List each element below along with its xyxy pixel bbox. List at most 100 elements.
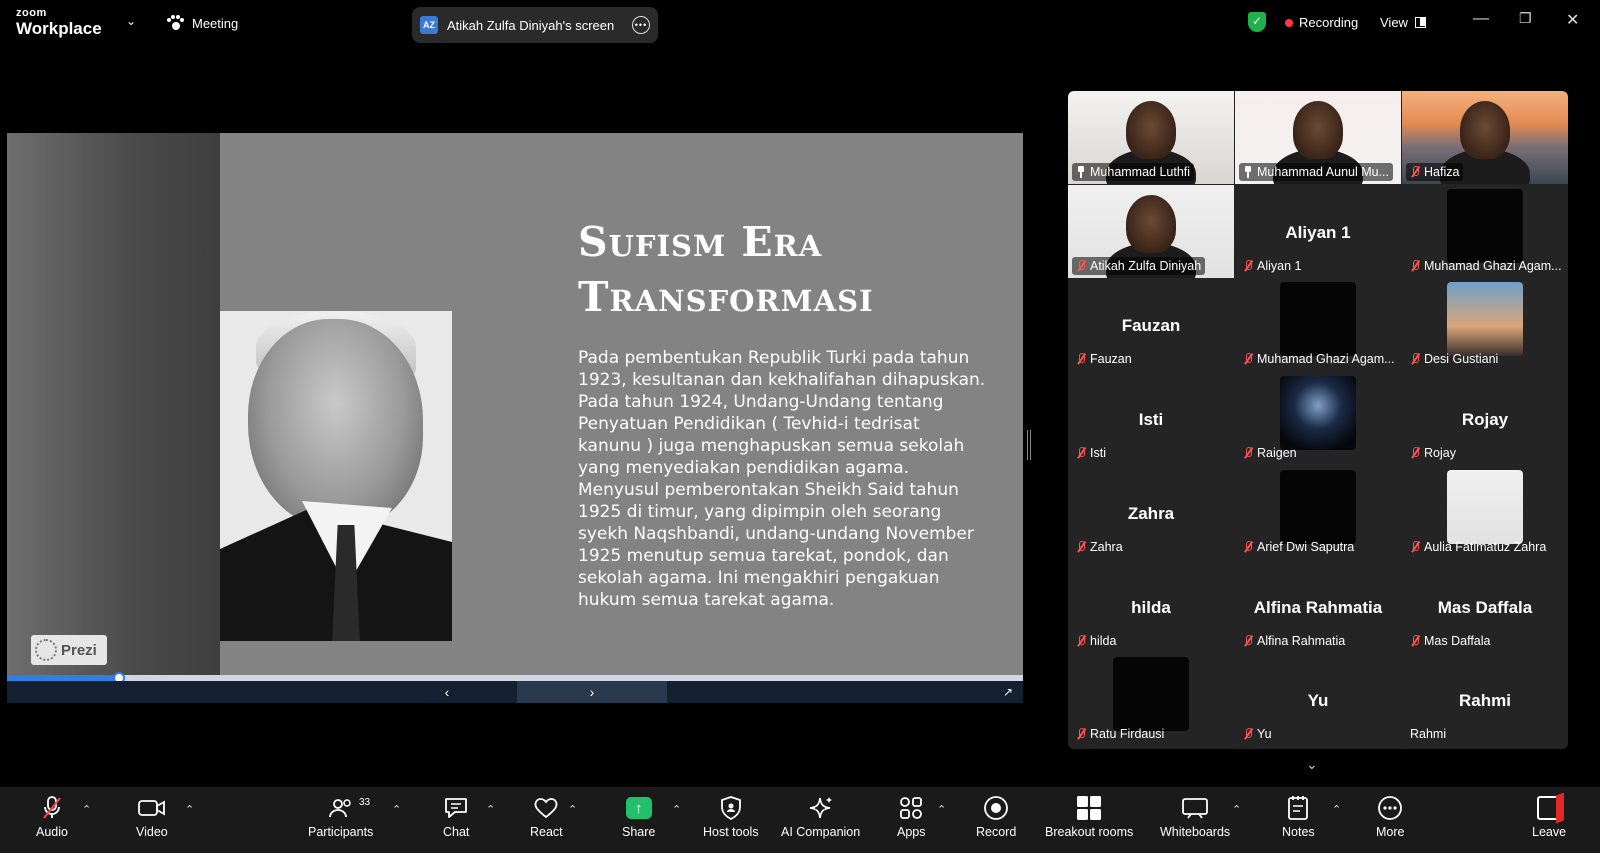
camera-icon bbox=[137, 795, 166, 821]
mic-muted-icon bbox=[1076, 447, 1086, 459]
apps-button[interactable]: Apps bbox=[897, 795, 926, 839]
participants-options-caret[interactable]: ⌃ bbox=[392, 803, 401, 816]
participant-name: Hafiza bbox=[1424, 165, 1460, 179]
panel-resize-handle[interactable] bbox=[1027, 430, 1031, 460]
participant-name-tag: Muhammad Aunul Mu... bbox=[1239, 163, 1394, 181]
participant-tile[interactable]: Muhamad Ghazi Agam... bbox=[1402, 185, 1568, 278]
breakout-rooms-label: Breakout rooms bbox=[1045, 825, 1134, 839]
chat-button[interactable]: Chat bbox=[443, 795, 469, 839]
share-screen-icon: ↑ bbox=[625, 797, 652, 819]
notes-button[interactable]: Notes bbox=[1282, 795, 1315, 839]
fullscreen-icon: ↗ bbox=[1002, 685, 1014, 699]
participant-tile[interactable]: Rahmi Rahmi bbox=[1402, 653, 1568, 746]
participant-tile[interactable]: Isti Isti bbox=[1068, 372, 1234, 465]
share-options-caret[interactable]: ⌃ bbox=[672, 803, 681, 816]
audio-options-caret[interactable]: ⌃ bbox=[82, 803, 91, 816]
prezi-watermark[interactable]: Prezi bbox=[31, 635, 107, 665]
participant-name: Muhamad Ghazi Agam... bbox=[1424, 259, 1562, 273]
participant-display-name: Rahmi bbox=[1459, 691, 1511, 710]
whiteboards-options-caret[interactable]: ⌃ bbox=[1232, 803, 1241, 816]
participant-tile[interactable]: Ratu Firdausi bbox=[1068, 653, 1234, 746]
participant-thumbnail bbox=[1280, 376, 1356, 450]
title-bar: zoom Workplace ⌄ Meeting AZ Atikah Zulfa… bbox=[0, 0, 1600, 46]
security-shield-icon[interactable]: ✓ bbox=[1248, 12, 1266, 32]
participant-tile[interactable]: Fauzan Fauzan bbox=[1068, 278, 1234, 371]
record-button[interactable]: Record bbox=[976, 795, 1016, 839]
react-options-caret[interactable]: ⌃ bbox=[568, 803, 577, 816]
heart-icon bbox=[533, 795, 559, 821]
participant-tile[interactable]: Atikah Zulfa Diniyah bbox=[1068, 185, 1234, 278]
participant-tile[interactable]: Zahra Zahra bbox=[1068, 466, 1234, 559]
video-button[interactable]: Video bbox=[136, 795, 168, 839]
participant-tile[interactable]: Muhammad Aunul Mu... bbox=[1235, 91, 1401, 184]
participant-name-tag: Alfina Rahmatia bbox=[1239, 632, 1349, 650]
meeting-menu[interactable]: Meeting bbox=[166, 15, 238, 31]
participant-name-tag: Muhamad Ghazi Agam... bbox=[1406, 257, 1564, 275]
chevron-right-icon: › bbox=[589, 684, 595, 700]
apps-options-caret[interactable]: ⌃ bbox=[937, 803, 946, 816]
participant-tile[interactable]: Arief Dwi Saputra bbox=[1235, 466, 1401, 559]
chat-options-caret[interactable]: ⌃ bbox=[486, 803, 495, 816]
minimize-icon[interactable]: — bbox=[1473, 10, 1489, 28]
participant-name: Rojay bbox=[1424, 446, 1456, 460]
paw-icon bbox=[166, 15, 184, 31]
participant-tile[interactable]: Yu Yu bbox=[1235, 653, 1401, 746]
pin-icon bbox=[1243, 166, 1253, 178]
mic-muted-icon bbox=[41, 795, 63, 821]
video-options-caret[interactable]: ⌃ bbox=[185, 803, 194, 816]
participant-tile[interactable]: Mas Daffala Mas Daffala bbox=[1402, 560, 1568, 653]
participant-name-tag: Aulia Fatimatuz Zahra bbox=[1406, 538, 1550, 556]
ai-companion-button[interactable]: AI Companion bbox=[781, 795, 860, 839]
chat-label: Chat bbox=[443, 825, 470, 839]
participant-tile[interactable]: Muhammad Luthfi bbox=[1068, 91, 1234, 184]
participant-name-tag: Rojay bbox=[1406, 444, 1460, 462]
restore-icon[interactable]: ❐ bbox=[1519, 10, 1532, 27]
participant-gallery: Muhammad Luthfi Muhammad Aunul Mu... Hafiz… bbox=[1068, 91, 1568, 749]
view-button[interactable]: View bbox=[1380, 15, 1426, 30]
participant-tile[interactable]: Aliyan 1 Aliyan 1 bbox=[1235, 185, 1401, 278]
participants-label: Participants bbox=[308, 825, 374, 839]
more-options-icon[interactable]: ••• bbox=[632, 16, 650, 34]
participant-tile[interactable]: Desi Gustiani bbox=[1402, 278, 1568, 371]
participant-tile[interactable]: Raigen bbox=[1235, 372, 1401, 465]
participant-tile[interactable]: Rojay Rojay bbox=[1402, 372, 1568, 465]
participant-name-tag: Atikah Zulfa Diniyah bbox=[1072, 257, 1206, 275]
participant-tile[interactable]: Alfina Rahmatia Alfina Rahmatia bbox=[1235, 560, 1401, 653]
participant-name: Yu bbox=[1257, 727, 1272, 741]
participant-tile[interactable]: Hafiza bbox=[1402, 91, 1568, 184]
gallery-scroll-down-icon[interactable]: ⌄ bbox=[1306, 756, 1318, 773]
participant-tile[interactable]: hilda hilda bbox=[1068, 560, 1234, 653]
share-button[interactable]: ↑ Share bbox=[622, 795, 655, 839]
chevron-down-icon[interactable]: ⌄ bbox=[126, 14, 136, 28]
more-button[interactable]: More bbox=[1376, 795, 1404, 839]
participant-display-name: Aliyan 1 bbox=[1285, 223, 1351, 242]
participant-name: Desi Gustiani bbox=[1424, 352, 1499, 366]
participant-display-name: Mas Daffala bbox=[1437, 598, 1533, 617]
previous-slide-button[interactable]: ‹ bbox=[377, 681, 517, 703]
participant-name-tag: hilda bbox=[1072, 632, 1120, 650]
shared-screen-indicator[interactable]: AZ Atikah Zulfa Diniyah's screen ••• bbox=[412, 7, 658, 43]
zoom-workplace-logo[interactable]: zoom Workplace bbox=[16, 8, 102, 38]
meeting-label: Meeting bbox=[192, 15, 239, 31]
close-icon[interactable]: ✕ bbox=[1566, 10, 1579, 30]
participant-tile[interactable]: Aulia Fatimatuz Zahra bbox=[1402, 466, 1568, 559]
recording-indicator[interactable]: Recording bbox=[1285, 15, 1358, 30]
participants-count: 33 bbox=[359, 797, 371, 808]
fullscreen-button[interactable]: ↗ bbox=[997, 681, 1019, 703]
host-tools-button[interactable]: Host tools bbox=[703, 795, 759, 839]
breakout-rooms-button[interactable]: Breakout rooms bbox=[1045, 795, 1133, 839]
next-slide-button[interactable]: › bbox=[517, 681, 667, 703]
participant-display-name: Isti bbox=[1138, 410, 1164, 429]
whiteboards-button[interactable]: Whiteboards bbox=[1160, 795, 1230, 839]
participant-name: Aliyan 1 bbox=[1257, 259, 1302, 273]
leave-button[interactable]: Leave bbox=[1532, 795, 1566, 839]
participant-name: Fauzan bbox=[1090, 352, 1132, 366]
mic-muted-icon bbox=[1243, 728, 1253, 740]
notes-options-caret[interactable]: ⌃ bbox=[1332, 803, 1341, 816]
notes-label: Notes bbox=[1282, 825, 1315, 839]
audio-button[interactable]: Audio bbox=[36, 795, 68, 839]
more-dots-icon bbox=[1377, 795, 1403, 821]
participant-tile[interactable]: Muhamad Ghazi Agam... bbox=[1235, 278, 1401, 371]
participant-thumbnail bbox=[1447, 282, 1523, 356]
react-button[interactable]: React bbox=[530, 795, 563, 839]
